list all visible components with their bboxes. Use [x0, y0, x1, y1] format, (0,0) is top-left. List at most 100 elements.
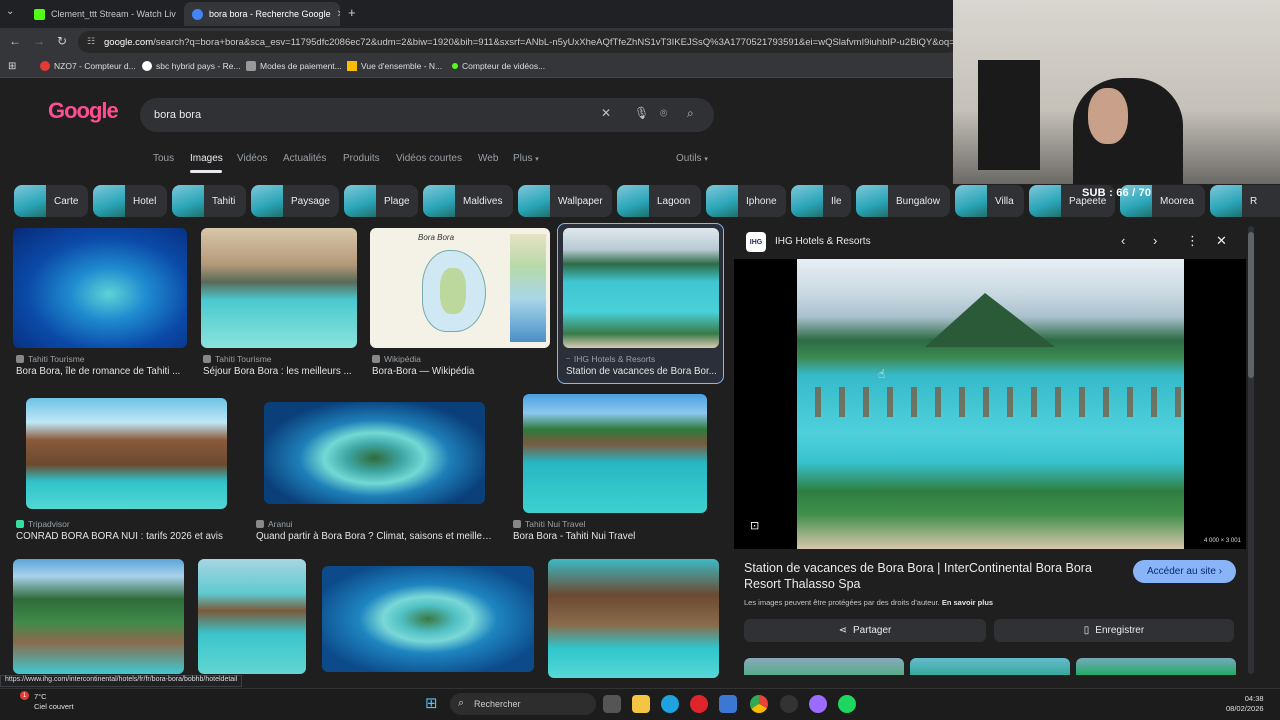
result-source: Tripadvisor	[16, 519, 70, 529]
task-view-icon[interactable]	[603, 695, 621, 713]
clear-icon[interactable]: ✕	[601, 106, 611, 120]
result-image[interactable]	[13, 559, 184, 674]
system-clock[interactable]: 04:38 08/02/2026	[1226, 694, 1264, 714]
close-icon[interactable]: ✕	[1216, 233, 1227, 249]
related-thumbnail[interactable]	[1076, 658, 1236, 675]
result-image[interactable]	[548, 559, 719, 678]
tab-google[interactable]: bora bora - Recherche Google ✕	[184, 2, 340, 26]
next-icon[interactable]: ›	[1153, 233, 1157, 248]
bookmark-item[interactable]: Modes de paiement...	[246, 61, 342, 71]
result-image-map[interactable]: Bora Bora	[370, 228, 550, 348]
lens-search-icon[interactable]: ⊡	[750, 519, 759, 532]
chip-carte[interactable]: Carte	[14, 185, 88, 217]
active-tab-indicator	[190, 170, 222, 173]
result-image[interactable]	[26, 398, 227, 509]
tab-more[interactable]: Plus ▾	[513, 153, 539, 164]
url-input[interactable]: ☷ google.com/search?q=bora+bora&sca_esv=…	[78, 31, 958, 53]
bookmark-item[interactable]: Compteur de vidéos...	[452, 61, 545, 71]
result-image[interactable]	[13, 228, 187, 348]
result-image[interactable]	[201, 228, 357, 348]
chip-thumbnail	[706, 185, 738, 217]
google-icon	[192, 8, 203, 20]
chip-bungalow[interactable]: Bungalow	[856, 185, 950, 217]
tab-products[interactable]: Produits	[343, 153, 380, 164]
panel-scroll-thumb[interactable]	[1248, 232, 1254, 378]
learn-more-link[interactable]: En savoir plus	[942, 598, 993, 607]
result-title[interactable]: Station de vacances de Bora Bor...	[566, 366, 718, 377]
chip-maldives[interactable]: Maldives	[423, 185, 513, 217]
caret-down-icon: ▾	[535, 156, 539, 163]
search-input[interactable]: bora bora ✕ 🎙 ⌾ ⌕	[140, 98, 714, 132]
result-title[interactable]: Bora-Bora — Wikipédia	[372, 366, 548, 377]
chip-lagoon[interactable]: Lagoon	[617, 185, 701, 217]
bookmark-item[interactable]: Vue d'ensemble - N...	[347, 61, 442, 71]
save-button[interactable]: ▯ Enregistrer	[994, 619, 1234, 642]
windows-start-icon[interactable]: ⊞	[425, 694, 438, 712]
tab-images[interactable]: Images	[190, 153, 223, 164]
result-title[interactable]: Séjour Bora Bora : les meilleurs ...	[203, 366, 357, 377]
edge-icon[interactable]	[661, 695, 679, 713]
lens-icon[interactable]: ⌾	[660, 106, 667, 121]
bookmark-item[interactable]: NZO7 - Compteur d...	[40, 61, 136, 71]
tab-web[interactable]: Web	[478, 153, 498, 164]
tab-all[interactable]: Tous	[153, 153, 174, 164]
chip-iphone[interactable]: Iphone	[706, 185, 786, 217]
related-thumbnail[interactable]	[744, 658, 904, 675]
search-query: bora bora	[154, 109, 202, 121]
app-icon[interactable]	[809, 695, 827, 713]
bookmark-item[interactable]: sbc hybrid pays - Re...	[142, 61, 241, 71]
chip-tahiti[interactable]: Tahiti	[172, 185, 246, 217]
opera-icon[interactable]	[690, 695, 708, 713]
back-arrow-icon[interactable]: ←	[9, 34, 21, 48]
visit-site-button[interactable]: Accéder au site ›	[1133, 560, 1236, 583]
chip-hotel[interactable]: Hotel	[93, 185, 167, 217]
taskbar-search[interactable]: ⌕ Rechercher	[450, 693, 596, 715]
result-title[interactable]: Bora Bora - Tahiti Nui Travel	[513, 531, 713, 542]
tab-stream[interactable]: Clement_ttt Stream - Watch Liv ✕	[26, 2, 182, 26]
preview-image[interactable]: ☝	[797, 259, 1184, 549]
weather-widget[interactable]: 7°C Ciel couvert	[8, 692, 74, 712]
tab-videos[interactable]: Vidéos	[237, 153, 267, 164]
google-logo[interactable]: Google	[48, 98, 119, 124]
result-title[interactable]: Quand partir à Bora Bora ? Climat, saiso…	[256, 531, 494, 542]
chip-plage[interactable]: Plage	[344, 185, 418, 217]
more-options-icon[interactable]: ⋮	[1186, 233, 1199, 249]
file-explorer-icon[interactable]	[632, 695, 650, 713]
microphone-icon[interactable]: 🎙	[634, 106, 649, 120]
chip-wallpaper[interactable]: Wallpaper	[518, 185, 612, 217]
chip-villa[interactable]: Villa	[955, 185, 1024, 217]
forward-arrow-icon[interactable]: →	[33, 34, 45, 48]
chip-thumbnail	[518, 185, 550, 217]
result-image-selected[interactable]	[563, 228, 719, 348]
result-image[interactable]	[322, 566, 534, 672]
chrome-icon[interactable]	[750, 695, 768, 713]
apps-grid-icon[interactable]: ⊞	[8, 61, 16, 72]
panel-source[interactable]: IHG Hotels & Resorts	[775, 236, 871, 247]
tab-news[interactable]: Actualités	[283, 153, 326, 164]
share-button[interactable]: ⋖ Partager	[744, 619, 986, 642]
panel-title[interactable]: Station de vacances de Bora Bora | Inter…	[744, 560, 1124, 592]
bookmark-label: Vue d'ensemble - N...	[361, 61, 443, 71]
previous-icon[interactable]: ‹	[1121, 233, 1125, 248]
chip-more[interactable]: R	[1210, 185, 1280, 217]
related-thumbnail[interactable]	[910, 658, 1070, 675]
close-icon[interactable]: ✕	[337, 9, 340, 20]
tab-search-icon[interactable]: ⌄	[6, 6, 14, 17]
result-image[interactable]	[523, 394, 707, 513]
new-tab-icon[interactable]: +	[348, 5, 356, 20]
store-icon[interactable]	[719, 695, 737, 713]
result-image[interactable]	[264, 402, 485, 504]
result-source: Wikipédia	[372, 354, 421, 364]
site-info-icon[interactable]: ☷	[87, 36, 95, 47]
search-icon[interactable]: ⌕	[687, 106, 694, 121]
result-image[interactable]	[198, 559, 306, 674]
result-title[interactable]: CONRAD BORA BORA NUI : tarifs 2026 et av…	[16, 531, 236, 542]
chip-paysage[interactable]: Paysage	[251, 185, 339, 217]
reload-icon[interactable]: ↻	[57, 34, 67, 48]
app-icon[interactable]	[780, 695, 798, 713]
spotify-icon[interactable]	[838, 695, 856, 713]
result-title[interactable]: Bora Bora, île de romance de Tahiti ...	[16, 366, 186, 377]
tab-short-videos[interactable]: Vidéos courtes	[396, 153, 462, 164]
tools-button[interactable]: Outils ▾	[676, 153, 708, 164]
chip-ile[interactable]: Ile	[791, 185, 851, 217]
